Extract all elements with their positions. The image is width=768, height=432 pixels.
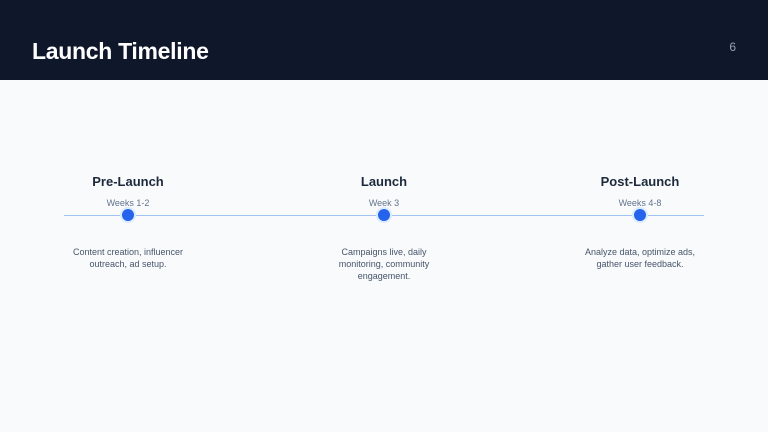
step-title: Pre-Launch (92, 174, 164, 189)
timeline-marker-dot (632, 207, 648, 223)
step-description: Content creation, influencer outreach, a… (72, 247, 184, 269)
timeline-marker-dot (120, 207, 136, 223)
step-description: Analyze data, optimize ads, gather user … (584, 247, 696, 269)
slide-header: Launch Timeline 6 (0, 0, 768, 80)
step-description: Campaigns live, daily monitoring, commun… (338, 247, 430, 281)
step-title: Post-Launch (600, 174, 680, 189)
timeline-marker-dot (376, 207, 392, 223)
step-title: Launch (360, 174, 408, 189)
page-number: 6 (729, 40, 736, 54)
slide-title: Launch Timeline (32, 38, 209, 64)
